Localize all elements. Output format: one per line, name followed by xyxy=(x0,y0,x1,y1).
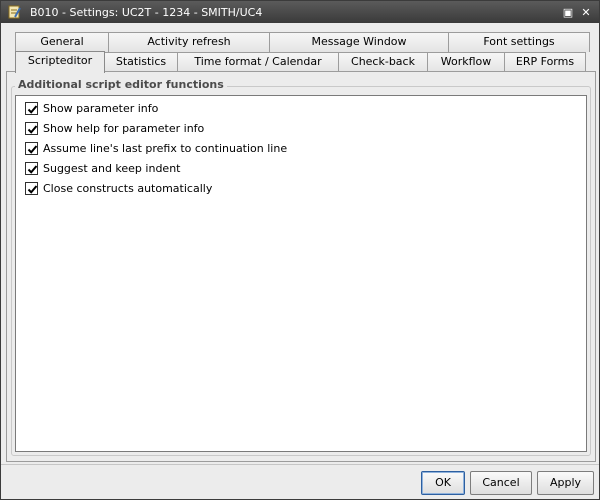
tab-time-format-calendar[interactable]: Time format / Calendar xyxy=(177,52,339,72)
checkmark-icon xyxy=(27,104,38,114)
checkbox-assume-prefix[interactable] xyxy=(25,141,38,155)
tab-row-front: Scripteditor Statistics Time format / Ca… xyxy=(15,51,586,73)
option-close-constructs[interactable]: Close constructs automatically xyxy=(25,180,212,196)
tab-scripteditor[interactable]: Scripteditor xyxy=(15,51,105,73)
tab-row-back: General Activity refresh Message Window … xyxy=(15,32,590,52)
window-title: B010 - Settings: UC2T - 1234 - SMITH/UC4 xyxy=(30,5,263,19)
option-show-parameter-info[interactable]: Show parameter info xyxy=(25,100,158,116)
tab-message-window[interactable]: Message Window xyxy=(269,32,449,52)
tab-erp-forms[interactable]: ERP Forms xyxy=(504,52,586,72)
option-label: Assume line's last prefix to continuatio… xyxy=(43,141,288,155)
option-suggest-indent[interactable]: Suggest and keep indent xyxy=(25,160,180,176)
checkmark-icon xyxy=(27,164,38,174)
app-notepad-icon xyxy=(6,4,22,20)
option-show-help-parameter-info[interactable]: Show help for parameter info xyxy=(25,120,204,136)
apply-button[interactable]: Apply xyxy=(537,471,594,495)
tab-workflow[interactable]: Workflow xyxy=(427,52,505,72)
checkmark-icon xyxy=(27,124,38,134)
tab-activity-refresh[interactable]: Activity refresh xyxy=(108,32,270,52)
checkbox-show-help-parameter-info[interactable] xyxy=(25,121,38,135)
checkbox-close-constructs[interactable] xyxy=(25,181,38,195)
checkbox-suggest-indent[interactable] xyxy=(25,161,38,175)
group-legend: Additional script editor functions xyxy=(15,78,227,91)
footer-divider xyxy=(1,464,599,465)
options-list: Show parameter info Show help for parame… xyxy=(15,95,587,452)
option-label: Close constructs automatically xyxy=(43,181,213,195)
option-label: Suggest and keep indent xyxy=(43,161,181,175)
cancel-button[interactable]: Cancel xyxy=(470,471,532,495)
settings-window: B010 - Settings: UC2T - 1234 - SMITH/UC4… xyxy=(0,0,600,500)
tab-statistics[interactable]: Statistics xyxy=(104,52,178,72)
tab-font-settings[interactable]: Font settings xyxy=(448,32,590,52)
checkmark-icon xyxy=(27,184,38,194)
tab-general[interactable]: General xyxy=(15,32,109,52)
checkmark-icon xyxy=(27,144,38,154)
option-label: Show help for parameter info xyxy=(43,121,205,135)
ok-button[interactable]: OK xyxy=(421,471,465,495)
option-assume-prefix[interactable]: Assume line's last prefix to continuatio… xyxy=(25,140,287,156)
option-label: Show parameter info xyxy=(43,101,159,115)
title-bar[interactable]: B010 - Settings: UC2T - 1234 - SMITH/UC4… xyxy=(1,1,599,23)
restore-icon[interactable]: ▣ xyxy=(561,5,575,19)
checkbox-show-parameter-info[interactable] xyxy=(25,101,38,115)
tab-check-back[interactable]: Check-back xyxy=(338,52,428,72)
close-icon[interactable]: ✕ xyxy=(579,5,593,19)
